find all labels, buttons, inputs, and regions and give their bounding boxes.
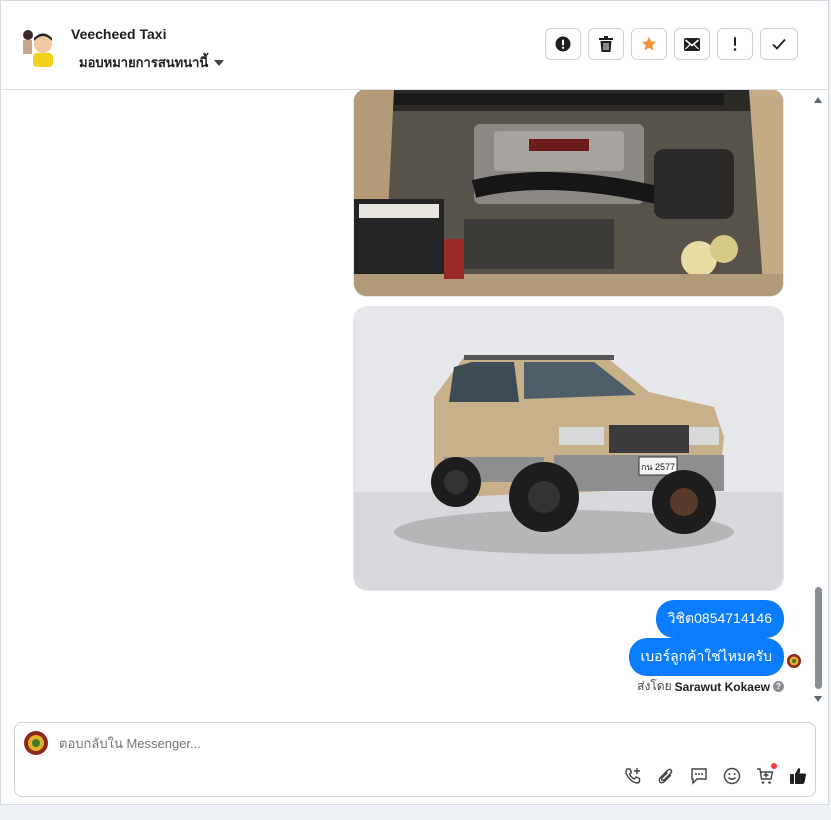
phone-plus-icon bbox=[625, 768, 641, 784]
license-plate: กน 2577 bbox=[641, 462, 675, 472]
paperclip-icon bbox=[658, 768, 673, 784]
delete-button[interactable] bbox=[588, 28, 624, 60]
reply-input[interactable] bbox=[59, 736, 559, 751]
conversation-header: Veecheed Taxi มอบหมายการสนทนานี้ bbox=[1, 1, 828, 90]
reply-composer bbox=[14, 722, 816, 797]
follow-up-button[interactable] bbox=[717, 28, 753, 60]
saved-reply-icon bbox=[691, 768, 707, 785]
notification-dot bbox=[771, 763, 777, 769]
trash-icon bbox=[599, 36, 613, 52]
exclamation-icon bbox=[733, 37, 737, 51]
saved-replies-button[interactable] bbox=[689, 766, 709, 786]
mark-unread-button[interactable] bbox=[674, 28, 710, 60]
engine-photo[interactable] bbox=[353, 90, 784, 297]
star-icon bbox=[641, 36, 657, 51]
alert-circle-icon bbox=[555, 36, 571, 52]
conversation-panel: Veecheed Taxi มอบหมายการสนทนานี้ กน 2577… bbox=[0, 0, 829, 805]
star-button[interactable] bbox=[631, 28, 667, 60]
seen-avatar bbox=[787, 654, 801, 668]
engine-image bbox=[354, 90, 783, 296]
chevron-down-icon bbox=[214, 59, 225, 66]
shop-button[interactable] bbox=[755, 763, 777, 786]
like-button[interactable] bbox=[788, 766, 808, 786]
sent-by-prefix: ส่งโดย bbox=[637, 679, 672, 693]
sent-by-info: ส่งโดย Sarawut Kokaew ? bbox=[637, 677, 784, 696]
sent-by-name[interactable]: Sarawut Kokaew bbox=[675, 680, 770, 694]
scroll-up-arrow[interactable] bbox=[814, 97, 822, 103]
call-button[interactable] bbox=[623, 766, 643, 786]
emoji-button[interactable] bbox=[722, 766, 742, 786]
message-bubble[interactable]: เบอร์ลูกค้าใช่ไหมครับ bbox=[628, 638, 784, 676]
thumbs-up-icon bbox=[790, 768, 806, 784]
emoji-icon bbox=[723, 767, 741, 785]
contact-name[interactable]: Veecheed Taxi bbox=[71, 26, 166, 42]
message-bubble[interactable]: วิชิต0854714146 bbox=[655, 600, 784, 638]
assign-label: มอบหมายการสนทนานี้ bbox=[79, 55, 209, 70]
suv-photo[interactable]: กน 2577 bbox=[353, 306, 784, 591]
suv-image: กน 2577 bbox=[354, 307, 783, 590]
help-icon[interactable]: ? bbox=[773, 681, 784, 692]
mark-done-button[interactable] bbox=[760, 28, 798, 60]
header-toolbar bbox=[545, 28, 798, 60]
assign-conversation-dropdown[interactable]: มอบหมายการสนทนานี้ bbox=[79, 52, 225, 73]
composer-tools bbox=[623, 763, 808, 786]
mail-icon bbox=[684, 37, 700, 51]
attach-button[interactable] bbox=[656, 766, 676, 786]
scroll-down-arrow[interactable] bbox=[814, 696, 822, 702]
report-spam-button[interactable] bbox=[545, 28, 581, 60]
page-avatar bbox=[24, 731, 48, 755]
contact-avatar[interactable] bbox=[19, 27, 55, 67]
scrollbar-thumb[interactable] bbox=[815, 587, 822, 689]
check-icon bbox=[772, 38, 786, 50]
cart-icon bbox=[757, 768, 774, 784]
message-thread: กน 2577 วิชิต0854714146 เบอร์ลูกค้าใช่ไห… bbox=[1, 90, 828, 710]
